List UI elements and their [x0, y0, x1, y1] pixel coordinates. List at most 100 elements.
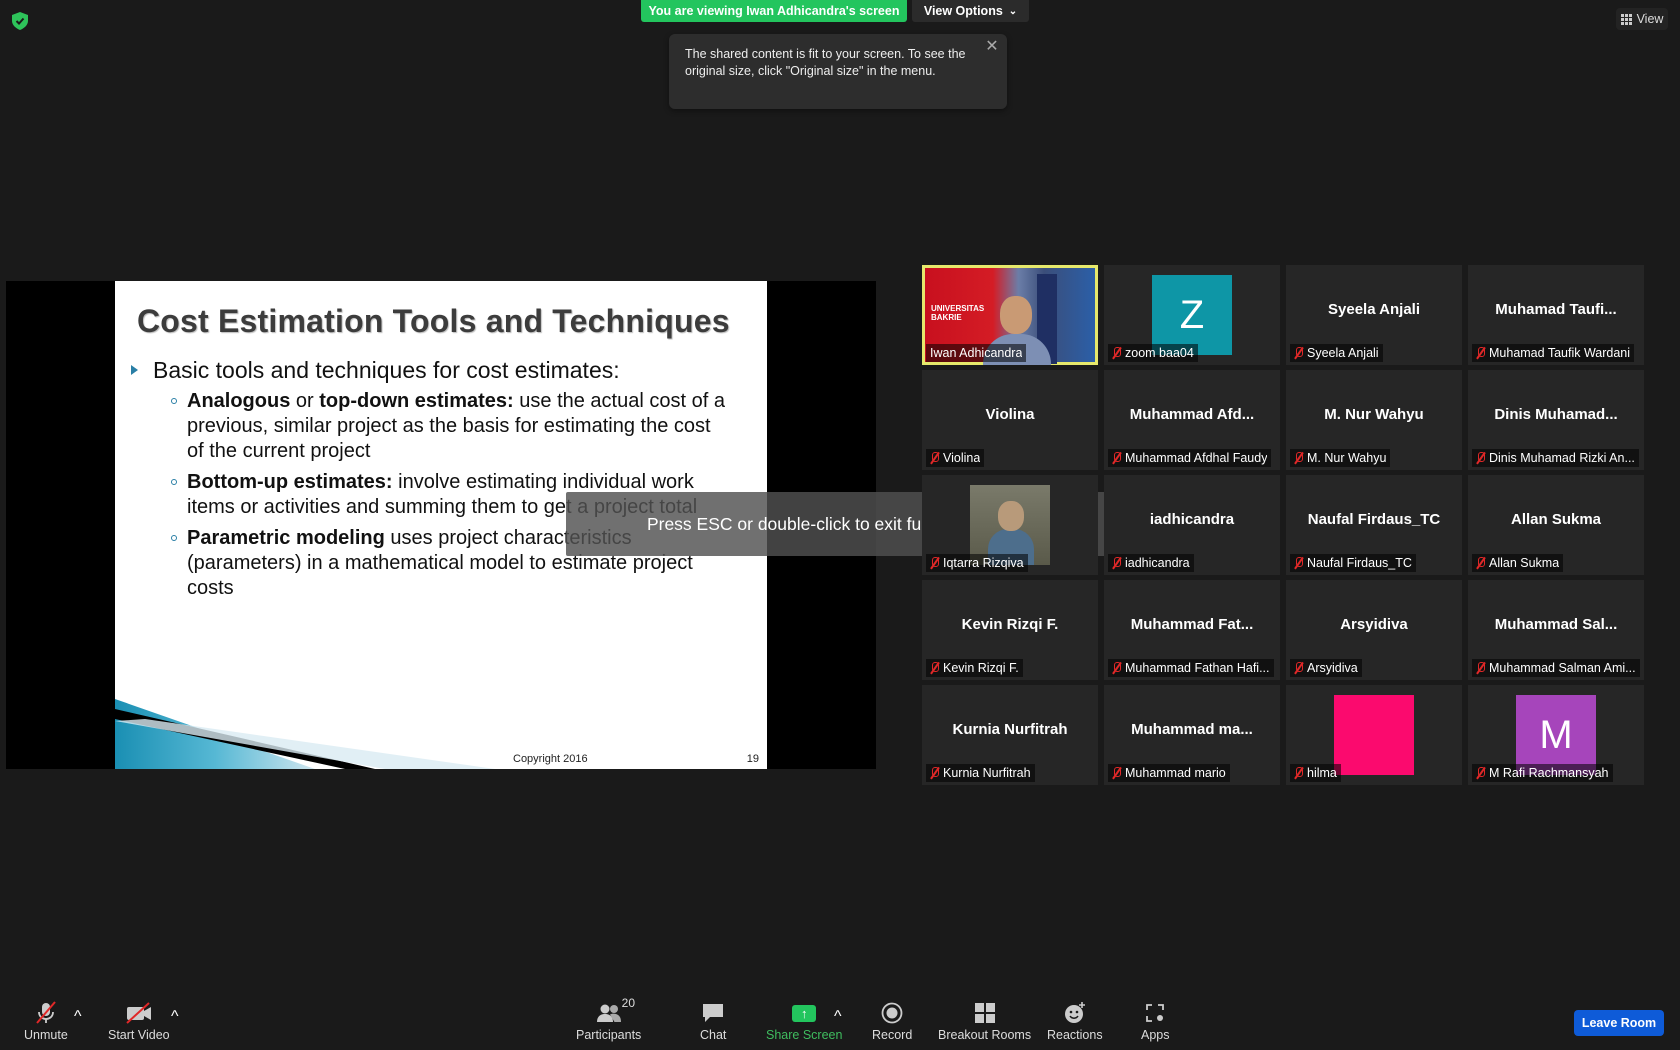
participant-name-label: Dinis Muhamad Rizki An...	[1472, 449, 1639, 467]
participant-name: Muhammad Salman Ami...	[1489, 661, 1636, 675]
reactions-button[interactable]: Reactions	[1047, 1000, 1103, 1042]
participant-name-label: Muhammad Salman Ami...	[1472, 659, 1640, 677]
participant-display-name: Muhammad Fat...	[1130, 616, 1254, 633]
participant-name: Violina	[943, 451, 981, 465]
participant-name-label: Arsyidiva	[1290, 659, 1362, 677]
tooltip-text: The shared content is fit to your screen…	[685, 47, 966, 78]
participant-tile[interactable]: Kurnia Nurfitrah Kurnia Nurfitrah	[922, 685, 1098, 785]
participant-name-label: M. Nur Wahyu	[1290, 449, 1391, 467]
participant-name: M Rafi Rachmansyah	[1489, 766, 1609, 780]
participant-name-label: Kurnia Nurfitrah	[926, 764, 1035, 782]
audio-options-caret-icon[interactable]: ^	[74, 1008, 82, 1026]
participant-name-label: iadhicandra	[1108, 554, 1194, 572]
participant-name: zoom baa04	[1125, 346, 1194, 360]
share-arrow-icon: ↑	[792, 1004, 817, 1022]
participant-tile[interactable]: Muhammad Fat... Muhammad Fathan Hafi...	[1104, 580, 1280, 680]
participant-tile[interactable]: Arsyidiva Arsyidiva	[1286, 580, 1462, 680]
participant-tile[interactable]: UNIVERSITAS BAKRIE Iwan Adhicandra	[922, 265, 1098, 365]
fit-screen-tooltip: The shared content is fit to your screen…	[669, 34, 1007, 109]
mic-muted-icon	[1112, 767, 1121, 779]
subpoint-bold: top-down estimates:	[319, 390, 514, 412]
participant-display-name: Muhammad Afd...	[1129, 406, 1255, 423]
view-options-button[interactable]: View Options ⌄	[912, 0, 1029, 22]
participant-tile[interactable]: Iqtarra Rizqiva	[922, 475, 1098, 575]
start-video-button[interactable]: Start Video	[108, 1000, 170, 1042]
participant-display-name: Arsyidiva	[1340, 616, 1408, 633]
participant-tile[interactable]: Naufal Firdaus_TC Naufal Firdaus_TC	[1286, 475, 1462, 575]
share-screen-label: Share Screen	[766, 1028, 843, 1042]
participant-name-label: zoom baa04	[1108, 344, 1198, 362]
share-options-caret-icon[interactable]: ^	[834, 1008, 842, 1026]
mic-muted-icon	[1294, 662, 1303, 674]
participant-tile[interactable]: Zzoom baa04	[1104, 265, 1280, 365]
mic-muted-icon	[1112, 557, 1121, 569]
participant-tile[interactable]: M. Nur Wahyu M. Nur Wahyu	[1286, 370, 1462, 470]
participant-name: Muhammad mario	[1125, 766, 1226, 780]
participant-tile[interactable]: Syeela Anjali Syeela Anjali	[1286, 265, 1462, 365]
participant-tile[interactable]: hilma	[1286, 685, 1462, 785]
video-options-caret-icon[interactable]: ^	[171, 1008, 179, 1026]
participant-display-name: Kevin Rizqi F.	[961, 616, 1059, 633]
chat-button[interactable]: Chat	[700, 1000, 726, 1042]
participant-name-label: M Rafi Rachmansyah	[1472, 764, 1613, 782]
participant-tile[interactable]: iadhicandra iadhicandra	[1104, 475, 1280, 575]
view-options-label: View Options	[923, 4, 1003, 18]
chat-label: Chat	[700, 1028, 727, 1042]
view-button[interactable]: View	[1616, 8, 1668, 30]
participant-name-label: Muhammad Afdhal Faudy	[1108, 449, 1272, 467]
bullet-circle-icon	[171, 398, 177, 404]
leave-room-button[interactable]: Leave Room	[1574, 1010, 1664, 1036]
avatar	[1334, 695, 1414, 775]
participant-name: Kurnia Nurfitrah	[943, 766, 1031, 780]
participant-tile[interactable]: Muhammad Sal... Muhammad Salman Ami...	[1468, 580, 1644, 680]
participant-tile[interactable]: Muhammad ma... Muhammad mario	[1104, 685, 1280, 785]
view-label: View	[1636, 12, 1664, 26]
participants-button[interactable]: 20 Participants	[576, 996, 642, 1042]
university-logo: UNIVERSITAS BAKRIE	[931, 304, 985, 322]
participant-tile[interactable]: Muhammad Afd... Muhammad Afdhal Faudy	[1104, 370, 1280, 470]
bullet-circle-icon	[171, 535, 177, 541]
breakout-rooms-button[interactable]: Breakout Rooms	[938, 1000, 1031, 1042]
participant-name: Syeela Anjali	[1307, 346, 1379, 360]
record-button[interactable]: Record	[872, 1000, 912, 1042]
participant-name: Iwan Adhicandra	[930, 346, 1023, 360]
participant-tile[interactable]: Dinis Muhamad... Dinis Muhamad Rizki An..…	[1468, 370, 1644, 470]
participant-tile[interactable]: Kevin Rizqi F. Kevin Rizqi F.	[922, 580, 1098, 680]
participant-tile[interactable]: Muhamad Taufi... Muhamad Taufik Wardani	[1468, 265, 1644, 365]
subpoint-text: or	[290, 390, 320, 412]
start-video-label: Start Video	[108, 1028, 170, 1042]
meeting-window: You are viewing Iwan Adhicandra's screen…	[0, 0, 1680, 1050]
participant-name: Naufal Firdaus_TC	[1307, 556, 1412, 570]
close-icon[interactable]: ✕	[985, 39, 999, 55]
participant-tile[interactable]: Violina Violina	[922, 370, 1098, 470]
avatar: Z	[1152, 275, 1232, 355]
mic-muted-icon	[1476, 767, 1485, 779]
participant-name: Muhammad Fathan Hafi...	[1125, 661, 1270, 675]
participants-label: Participants	[576, 1028, 642, 1042]
participant-name: iadhicandra	[1125, 556, 1190, 570]
participant-name: Muhammad Afdhal Faudy	[1125, 451, 1268, 465]
participant-name-label: Iwan Adhicandra	[926, 344, 1027, 362]
mic-muted-icon	[1112, 347, 1121, 359]
share-screen-button[interactable]: ↑ Share Screen	[766, 1000, 842, 1042]
subpoint-bold: Parametric modeling	[187, 527, 385, 549]
shield-icon[interactable]	[12, 12, 28, 30]
viewing-banner: You are viewing Iwan Adhicandra's screen	[641, 0, 907, 22]
participant-name-label: Iqtarra Rizqiva	[926, 554, 1028, 572]
apps-label: Apps	[1141, 1028, 1170, 1042]
participant-display-name: Muhammad Sal...	[1494, 616, 1618, 633]
participant-tile[interactable]: Allan Sukma Allan Sukma	[1468, 475, 1644, 575]
slide-subpoint: Analogous or top-down estimates: use the…	[171, 389, 727, 464]
unmute-button[interactable]: Unmute	[24, 1000, 68, 1042]
participant-name: Iqtarra Rizqiva	[943, 556, 1024, 570]
reactions-label: Reactions	[1047, 1028, 1103, 1042]
participant-name-label: Allan Sukma	[1472, 554, 1564, 572]
slide-copyright: Copyright 2016	[513, 753, 588, 765]
subpoint-bold: Analogous	[187, 390, 291, 412]
slide-title: Cost Estimation Tools and Techniques	[137, 303, 730, 339]
avatar: M	[1516, 695, 1596, 775]
participant-tile[interactable]: MM Rafi Rachmansyah	[1468, 685, 1644, 785]
apps-button[interactable]: Apps	[1141, 1000, 1170, 1042]
participant-name-label: Kevin Rizqi F.	[926, 659, 1023, 677]
mic-muted-icon	[1112, 452, 1121, 464]
